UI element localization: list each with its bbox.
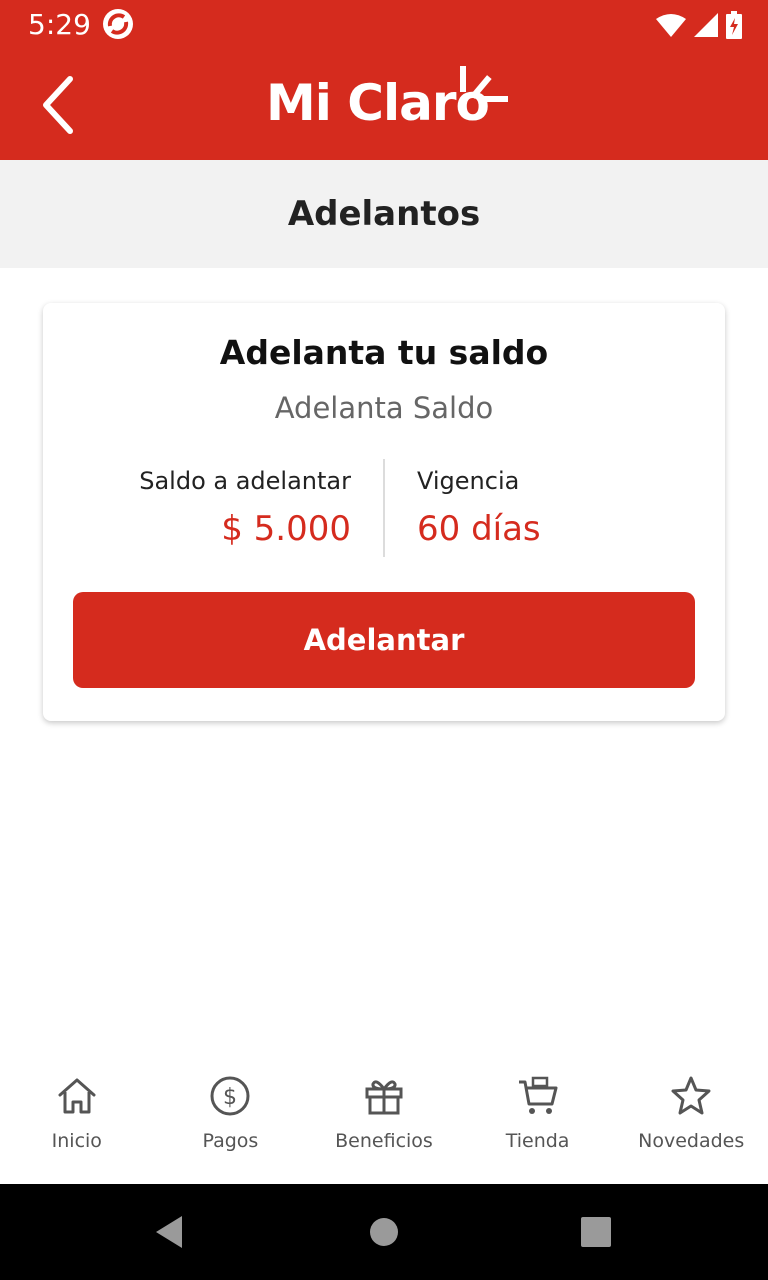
tab-label: Novedades xyxy=(638,1130,745,1152)
battery-icon xyxy=(726,11,742,39)
mi-claro-logo: Mi Claro xyxy=(266,62,516,138)
signal-icon xyxy=(694,13,718,37)
star-icon xyxy=(671,1076,711,1115)
page-title: Adelantos xyxy=(287,194,481,234)
dollar-circle-icon: $ xyxy=(210,1076,250,1116)
tab-inicio[interactable]: Inicio xyxy=(0,1058,154,1184)
home-icon xyxy=(58,1078,96,1114)
validity-value: 60 días xyxy=(417,509,541,549)
home-circle-icon[interactable] xyxy=(364,1212,404,1252)
bottom-tab-bar: Inicio $ Pagos Beneficios Tienda Novedad… xyxy=(0,1058,768,1184)
validity-label: Vigencia xyxy=(417,467,520,495)
back-triangle-icon[interactable] xyxy=(150,1212,190,1252)
amount-value: $ 5.000 xyxy=(221,509,351,549)
back-button[interactable] xyxy=(30,70,86,140)
wifi-icon xyxy=(656,14,686,37)
tab-beneficios[interactable]: Beneficios xyxy=(307,1058,461,1184)
tab-label: Pagos xyxy=(202,1130,259,1152)
chevron-left-icon xyxy=(43,76,73,134)
card-title: Adelanta tu saldo xyxy=(219,333,549,372)
tab-novedades[interactable]: Novedades xyxy=(614,1058,768,1184)
app-header: 5:29 Mi Claro xyxy=(0,0,768,160)
tab-tienda[interactable]: Tienda xyxy=(461,1058,615,1184)
status-bar: 5:29 xyxy=(0,0,768,50)
tab-label: Tienda xyxy=(505,1130,570,1152)
card-subtitle: Adelanta Saldo xyxy=(274,391,494,425)
amount-label: Saldo a adelantar xyxy=(139,467,351,495)
logo-rays-icon xyxy=(460,66,508,102)
recents-square-icon[interactable] xyxy=(576,1212,616,1252)
tab-pagos[interactable]: $ Pagos xyxy=(154,1058,308,1184)
cart-icon xyxy=(518,1076,558,1114)
adelantar-button[interactable]: Adelantar xyxy=(73,592,695,688)
advance-card: Adelanta tu saldo Adelanta Saldo Saldo a… xyxy=(43,303,725,721)
page-title-bar: Adelantos xyxy=(0,160,768,268)
tab-label: Beneficios xyxy=(335,1130,433,1152)
tab-label: Inicio xyxy=(51,1130,102,1152)
svg-text:$: $ xyxy=(223,1085,237,1110)
app-notification-icon xyxy=(103,9,133,39)
card-divider xyxy=(383,459,385,557)
status-time: 5:29 xyxy=(28,8,91,41)
system-nav-bar xyxy=(0,1184,768,1280)
gift-icon xyxy=(365,1080,403,1115)
